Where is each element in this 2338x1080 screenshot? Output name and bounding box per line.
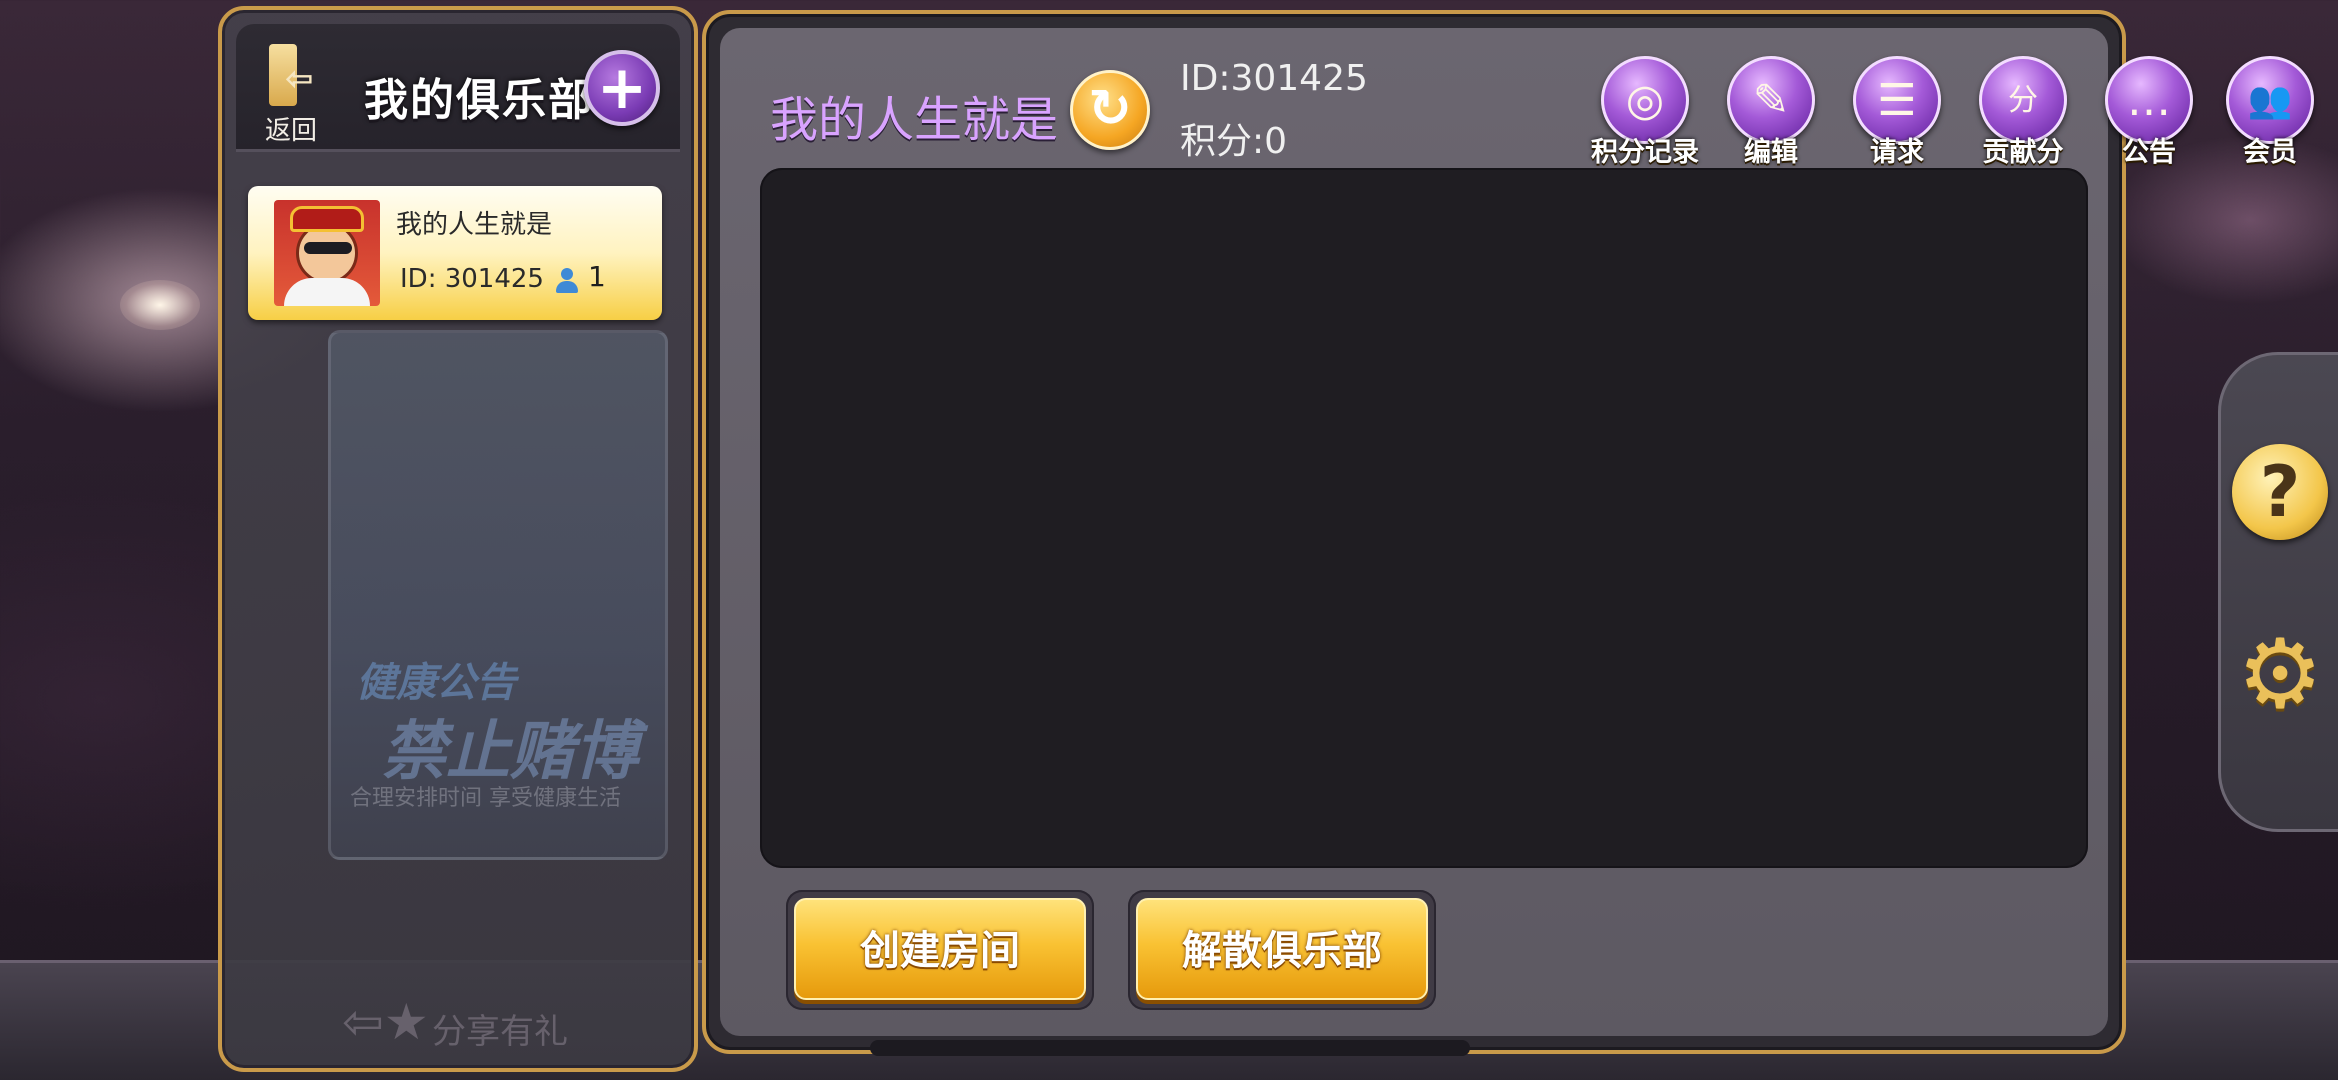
club-list-header: ⇦ 返回 我的俱乐部 + [236, 24, 680, 152]
club-item-name: 我的人生就是 [396, 210, 553, 240]
share-star-icon: ⇦★ [342, 993, 429, 1051]
poster-slogan: 禁止赌博 [382, 715, 638, 789]
tool-label: 会员 [2243, 137, 2297, 168]
back-label: 返回 [264, 116, 317, 146]
back-button[interactable]: ⇦ 返回 [256, 44, 326, 154]
poster-subtext: 合理安排时间 享受健康生活 [350, 786, 621, 811]
money-bag-icon: 分 [2008, 83, 2038, 118]
exit-door-icon: ⇦ [263, 44, 319, 106]
add-club-button[interactable]: + [584, 50, 660, 126]
share-reward-button[interactable]: ⇦★ 分享有礼 [312, 994, 612, 1054]
club-member-count: 1 [588, 260, 606, 293]
club-name-title: 我的人生就是 [770, 92, 1059, 148]
announcement-button[interactable]: … 公告 [2094, 56, 2204, 176]
score-text: 积分:0 [1180, 121, 1288, 162]
share-label: 分享有礼 [432, 1012, 568, 1052]
question-icon: ? [2259, 451, 2301, 533]
room-list-area[interactable] [760, 168, 2088, 868]
request-icon: ☰ [1877, 75, 1917, 126]
settings-button[interactable]: ⚙ [2230, 624, 2330, 724]
refresh-icon: ↻ [1088, 79, 1132, 139]
refresh-button[interactable]: ↻ [1070, 70, 1150, 150]
edit-button[interactable]: ✎ 编辑 [1716, 56, 1826, 176]
tool-label: 公告 [2122, 137, 2176, 168]
background-lamp [120, 280, 200, 330]
tool-label: 请求 [1870, 137, 1924, 168]
tool-label: 编辑 [1744, 137, 1798, 168]
members-icon: 👥 [2247, 80, 2293, 121]
tool-label: 积分记录 [1591, 137, 1699, 168]
club-item-id: ID: 301425 [400, 264, 544, 294]
club-id-text: ID:301425 [1180, 58, 1368, 99]
members-button[interactable]: 👥 会员 [2220, 56, 2320, 176]
edit-icon: ✎ [1752, 75, 1790, 126]
gear-icon: ⚙ [2236, 618, 2324, 730]
club-detail-panel: 我的人生就是 ↻ ID:301425 积分:0 ◎ 积分记录 ✎ 编辑 ☰ 请求… [702, 10, 2314, 1054]
contribution-button[interactable]: 分 贡献分 [1968, 56, 2078, 176]
score-record-button[interactable]: ◎ 积分记录 [1590, 56, 1700, 176]
side-toolbar [2218, 352, 2338, 832]
tool-label: 贡献分 [1982, 137, 2064, 168]
help-button[interactable]: ? [2232, 444, 2328, 540]
announcement-icon: … [2127, 75, 2171, 126]
member-icon [554, 268, 580, 294]
create-room-label: 创建房间 [860, 928, 1020, 974]
club-list-title: 我的俱乐部 [364, 75, 594, 126]
dissolve-club-label: 解散俱乐部 [1182, 928, 1382, 974]
create-room-button[interactable]: 创建房间 [786, 890, 1094, 1010]
club-list-item[interactable]: 我的人生就是 ID: 301425 1 [248, 186, 662, 320]
bottom-bar [870, 1040, 1470, 1056]
dissolve-club-button[interactable]: 解散俱乐部 [1128, 890, 1436, 1010]
request-button[interactable]: ☰ 请求 [1842, 56, 1952, 176]
plus-icon: + [596, 53, 648, 123]
club-list-panel: ⇦ 返回 我的俱乐部 + 我的人生就是 ID: 301425 1 健康公告 禁止… [218, 6, 698, 1072]
club-detail-inner: 我的人生就是 ↻ ID:301425 积分:0 ◎ 积分记录 ✎ 编辑 ☰ 请求… [720, 28, 2314, 1036]
club-avatar [274, 200, 380, 306]
coins-icon: ◎ [1625, 75, 1665, 126]
